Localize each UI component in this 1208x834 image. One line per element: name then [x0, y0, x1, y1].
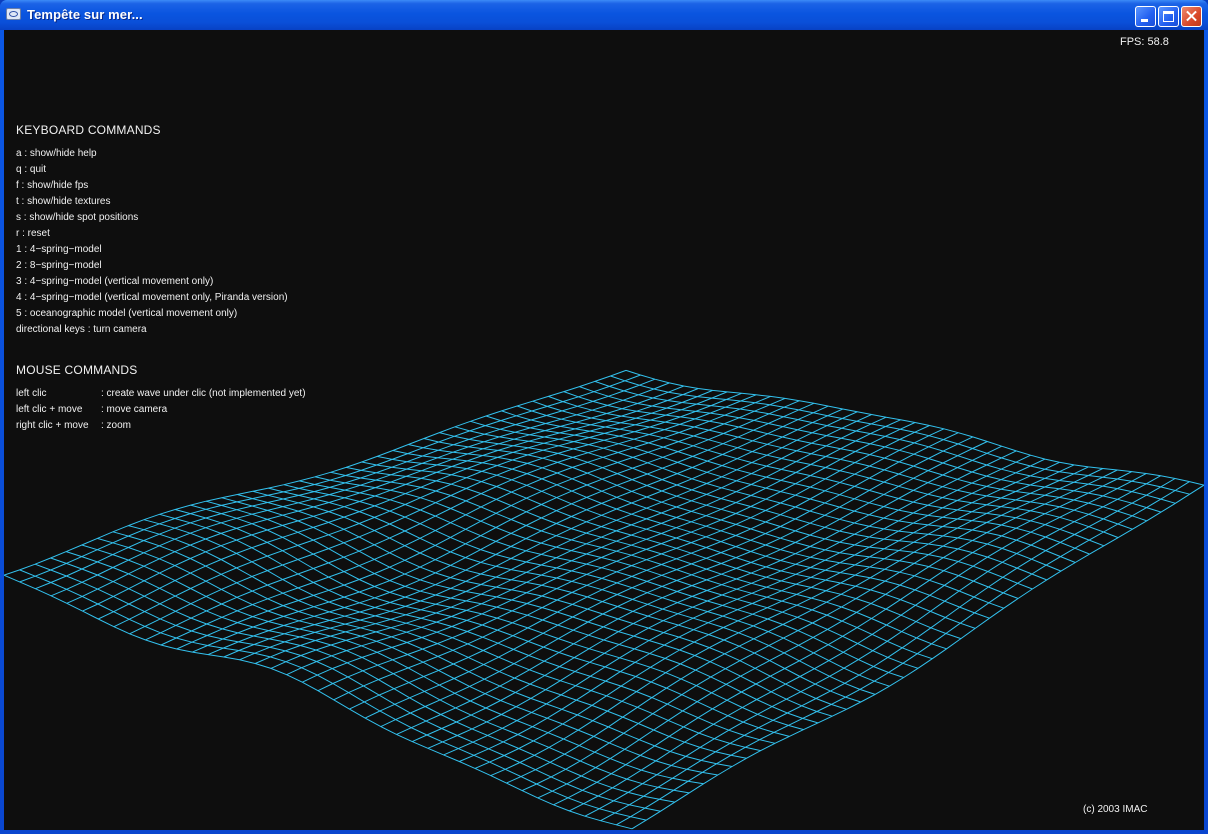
keyboard-command-item: 3 : 4−spring−model (vertical movement on… — [16, 276, 214, 287]
mouse-command-action: : create wave under clic (not implemente… — [101, 388, 306, 399]
mesh-column-line — [349, 428, 945, 710]
mesh-row-line — [143, 519, 761, 752]
keyboard-command-item: r : reset — [16, 228, 50, 239]
close-icon — [1182, 7, 1201, 26]
mouse-command-action: : zoom — [101, 420, 132, 431]
fps-counter: FPS: 58.8 — [1120, 36, 1169, 48]
minimize-icon — [1141, 19, 1148, 22]
mesh-row-line — [159, 513, 776, 744]
close-button[interactable] — [1181, 6, 1202, 27]
mesh-row-line — [50, 557, 675, 803]
keyboard-command-item: s : show/hide spot positions — [16, 212, 139, 223]
mouse-command-action: : move camera — [101, 404, 168, 415]
keyboard-command-item: f : show/hide fps — [16, 180, 89, 191]
mesh-row-line — [532, 400, 1119, 539]
title-bar[interactable]: Tempête sur mer... — [0, 0, 1208, 30]
mesh-column-line — [207, 402, 815, 656]
mouse-command-key: right clic + move — [16, 420, 89, 431]
mesh-column-line — [160, 395, 771, 646]
mesh-column-line — [506, 466, 1089, 784]
keyboard-command-item: directional keys : turn camera — [16, 324, 147, 335]
mesh-row-line — [579, 386, 1162, 513]
mesh-column-line — [411, 445, 1002, 743]
mesh-row-line — [174, 509, 790, 737]
minimize-button[interactable] — [1135, 6, 1156, 27]
mesh-row-line — [314, 476, 919, 669]
keyboard-command-item: t : show/hide textures — [16, 196, 111, 207]
mesh-column-line — [145, 394, 757, 641]
keyboard-command-item: 2 : 8−spring−model — [16, 260, 102, 271]
mesh-column-line — [521, 468, 1104, 792]
mesh-column-line — [631, 484, 1204, 830]
mouse-commands-heading: MOUSE COMMANDS — [16, 363, 138, 377]
mesh-column-line — [396, 441, 988, 735]
mouse-command-key: left clic + move — [16, 404, 83, 415]
keyboard-command-item: 5 : oceanographic model (vertical moveme… — [16, 308, 238, 319]
mesh-column-line — [616, 481, 1190, 826]
mesh-row-line — [34, 563, 661, 812]
mesh-column-line — [176, 397, 786, 650]
mesh-row-line — [625, 369, 1204, 486]
mesh-row-line — [361, 461, 962, 640]
mesh-row-line — [548, 395, 1133, 530]
copyright-text: (c) 2003 IMAC — [1083, 804, 1148, 815]
mouse-command-key: left clic — [16, 388, 47, 399]
mesh-row-line — [501, 410, 1090, 555]
mesh-column-line — [459, 458, 1046, 762]
keyboard-command-item: 1 : 4−spring−model — [16, 244, 102, 255]
maximize-icon — [1163, 11, 1174, 22]
maximize-button[interactable] — [1158, 6, 1179, 27]
keyboard-commands-heading: KEYBOARD COMMANDS — [16, 123, 161, 137]
mesh-column-line — [4, 369, 627, 576]
mesh-row-line — [4, 574, 633, 830]
mesh-column-line — [270, 414, 872, 669]
keyboard-command-item: q : quit — [16, 164, 47, 175]
keyboard-command-item: a : show/hide help — [16, 148, 97, 159]
keyboard-command-item: 4 : 4−spring−model (vertical movement on… — [16, 292, 288, 303]
mesh-lines — [4, 369, 1204, 830]
app-window: Tempête sur mer... FPS: 58.8 KEYBOARD CO… — [0, 0, 1208, 834]
mesh-column-line — [66, 385, 684, 604]
app-window-icon[interactable] — [6, 8, 21, 20]
mesh-row-line — [19, 569, 647, 821]
window-title: Tempête sur mer... — [27, 7, 143, 22]
mesh-column-line — [223, 405, 829, 658]
ocean-wireframe-mesh — [4, 369, 1204, 830]
render-viewport[interactable]: FPS: 58.8 KEYBOARD COMMANDS a : show/hid… — [4, 30, 1204, 830]
